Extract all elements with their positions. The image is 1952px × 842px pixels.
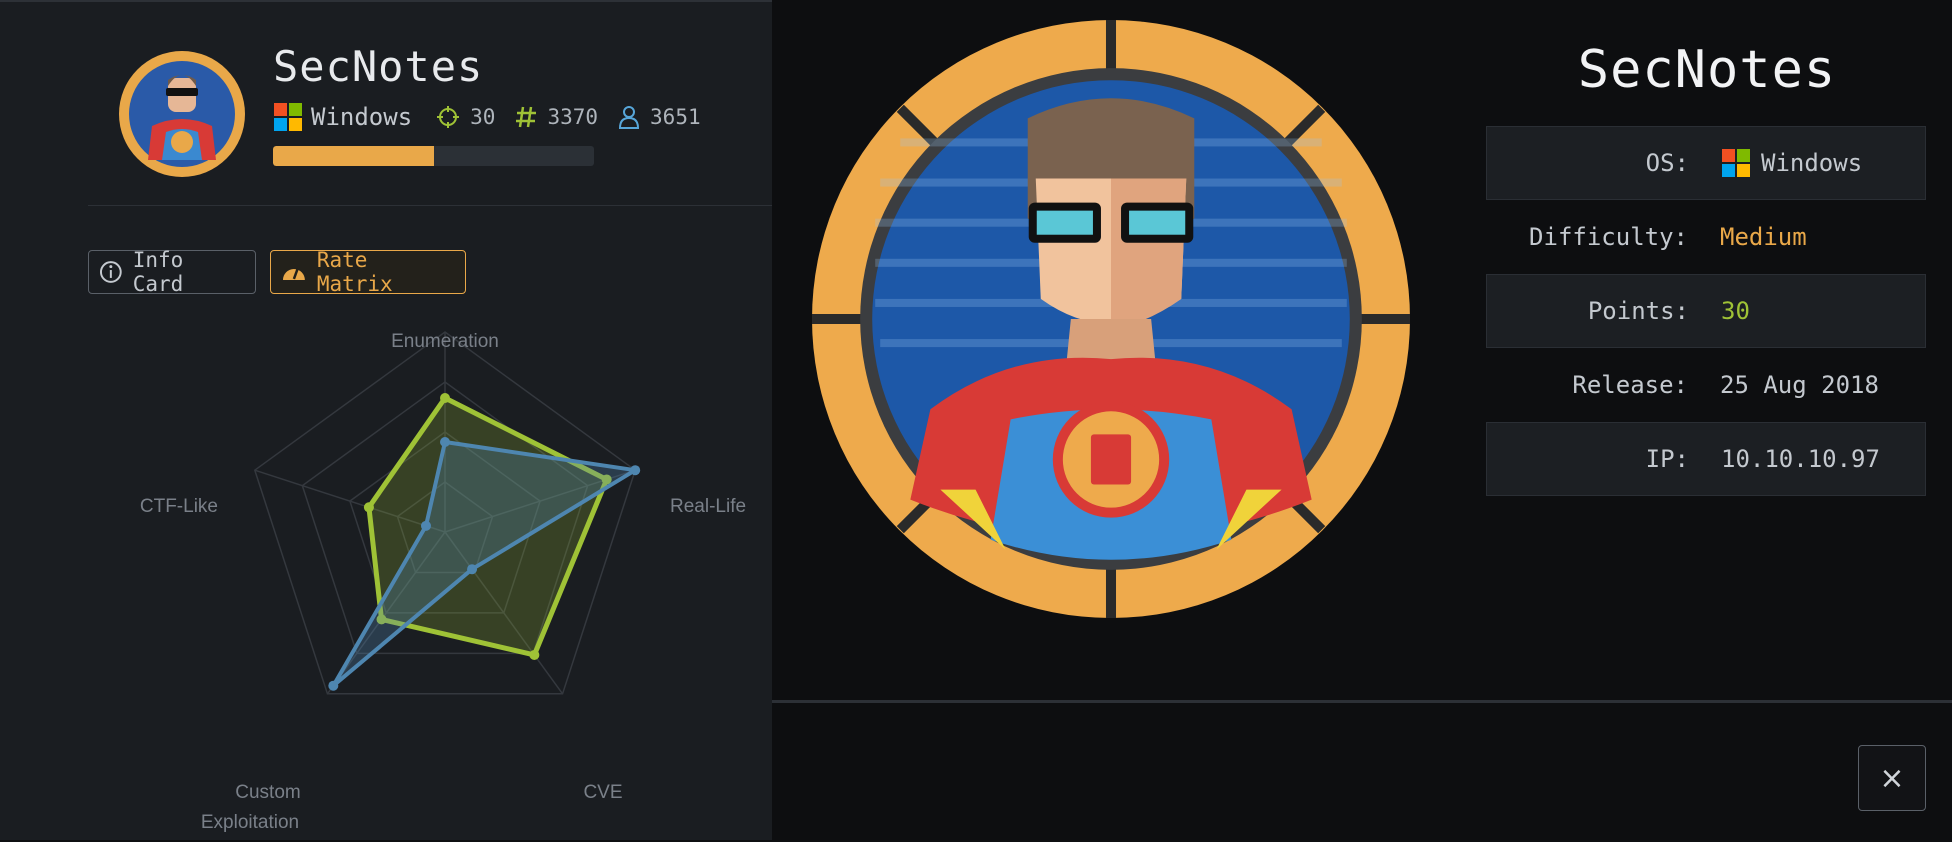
radar-data-point: [363, 502, 374, 513]
ip-value: 10.10.10.97: [1721, 445, 1880, 473]
rating-value: 3370: [547, 105, 599, 129]
radar-data-point: [328, 680, 339, 691]
difficulty-key: Difficulty:: [1529, 223, 1688, 251]
radar-axis-label: CVE: [583, 782, 622, 803]
crosshair-icon: [437, 106, 460, 128]
info-row-difficulty: Difficulty: Medium: [1486, 200, 1926, 274]
os-key: OS:: [1645, 149, 1689, 177]
rate-matrix-chart: Enumeration Real-Life CVE Custom Exploitatio…: [140, 331, 746, 833]
points-stat: 30: [436, 105, 495, 129]
difficulty-value: Medium: [1720, 223, 1807, 251]
machine-title: SecNotes: [273, 42, 484, 91]
radar-data-point: [467, 564, 478, 575]
progress-bar: [273, 146, 594, 166]
info-row-ip: IP: 10.10.10.97: [1486, 422, 1926, 496]
info-row-release: Release: 25 Aug 2018: [1486, 348, 1926, 422]
rating-stat: 3370: [515, 105, 598, 129]
release-key: Release:: [1572, 371, 1688, 399]
radar-axis-label: Enumeration: [391, 331, 499, 352]
machine-summary-panel: SecNotes Windows 30 3370 3651 Info Card …: [0, 0, 772, 840]
ip-key: IP:: [1645, 445, 1689, 473]
close-button[interactable]: ×: [1858, 745, 1926, 811]
points-detail-value: 30: [1721, 297, 1750, 325]
hash-icon: [516, 106, 537, 128]
info-icon: [99, 261, 122, 283]
users-stat: 3651: [618, 105, 701, 129]
machine-avatar: [119, 51, 245, 177]
user-icon: [619, 106, 640, 129]
points-key: Points:: [1587, 297, 1689, 325]
rate-matrix-label: Rate Matrix: [316, 248, 393, 296]
radar-axis-label: CTF-Like: [140, 496, 218, 517]
os-value: Windows: [1761, 149, 1863, 177]
detail-title: SecNotes: [1577, 40, 1837, 100]
users-value: 3651: [650, 105, 701, 129]
radar-data-point: [630, 465, 641, 476]
info-row-points: Points: 30: [1486, 274, 1926, 348]
close-icon: ×: [1879, 760, 1905, 796]
divider: [772, 700, 1952, 703]
radar-data-point: [420, 520, 431, 531]
points-value: 30: [470, 105, 496, 129]
machine-logo: [812, 20, 1410, 618]
windows-icon: [274, 103, 302, 131]
os-value-wrap: Windows: [1721, 148, 1862, 178]
windows-icon: [1722, 149, 1750, 177]
progress-fill: [273, 146, 434, 166]
radar-axis-label: Custom Exploitation: [201, 782, 301, 833]
machine-stats: Windows 30 3370 3651: [273, 102, 721, 132]
radar-data-point: [440, 393, 450, 403]
radar-data-point: [529, 649, 540, 660]
os-label: Windows: [311, 103, 413, 131]
radar-axis-label: Real-Life: [670, 496, 746, 517]
release-value: 25 Aug 2018: [1720, 371, 1879, 399]
info-row-os: OS: Windows: [1486, 126, 1926, 200]
info-card-label: Info Card: [132, 248, 184, 296]
machine-info-table: OS: Windows Difficulty: Medium Points: 3…: [1486, 126, 1926, 496]
divider: [88, 205, 772, 206]
rate-matrix-tab[interactable]: Rate Matrix: [270, 248, 466, 296]
gauge-icon: [282, 267, 305, 280]
info-card-tab[interactable]: Info Card: [88, 248, 256, 296]
radar-data-point: [440, 437, 450, 447]
